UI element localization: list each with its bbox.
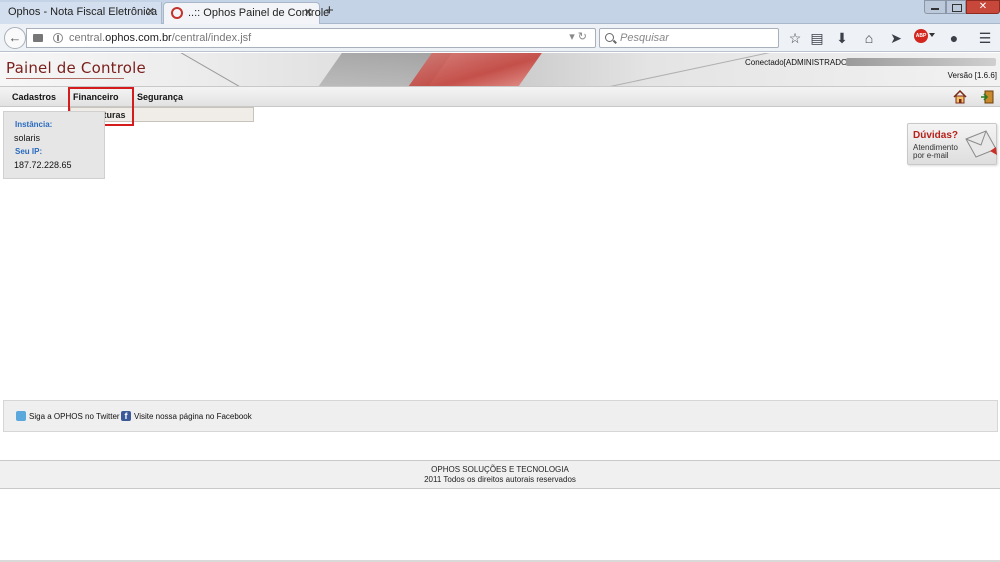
twitter-link[interactable]: Siga a OPHOS no Twitter [29,412,120,421]
new-tab-button[interactable]: + [325,2,334,19]
chat-icon[interactable]: ● [944,28,964,48]
redacted-user-mask [846,58,996,66]
maximize-window-button[interactable] [946,0,966,14]
browser-navigation-bar: ← central.ophos.com.br/central/index.jsf… [0,24,1000,52]
logout-icon[interactable] [980,90,994,104]
download-icon[interactable]: ⬇ [832,28,852,48]
tab-painel-controle[interactable]: ..:: Ophos Painel de Controle ✕ [163,2,329,24]
menu-cadastros[interactable]: Cadastros [12,92,56,102]
instance-label: Instância: [15,120,53,129]
footer-company: OPHOS SOLUÇÕES E TECNOLOGIA [431,465,569,474]
back-button[interactable]: ← [4,27,26,49]
session-info-panel: Instância: solaris Seu IP: 187.72.228.65 [3,111,105,179]
social-bar: Siga a OPHOS no Twitter f Visite nossa p… [3,400,998,432]
connected-user: Conectado[ADMINISTRADOR [745,58,854,67]
search-icon [605,33,614,42]
browser-tab-bar: Ophos - Nota Fiscal Eletrônica ✕ ..:: Op… [0,0,1000,24]
tab-nota-fiscal[interactable]: Ophos - Nota Fiscal Eletrônica ✕ [0,2,162,24]
ip-label: Seu IP: [15,147,43,156]
address-bar[interactable]: central.ophos.com.br/central/index.jsf ▾… [26,28,596,48]
url-dropdown-reload-icon[interactable]: ▾ ↻ [569,30,587,43]
instance-value: solaris [14,133,41,143]
page-header: Painel de Controle Conectado[ADMINISTRAD… [0,53,1000,87]
search-input[interactable]: Pesquisar [599,28,779,48]
ip-value: 187.72.228.65 [14,160,72,170]
footer-rights: 2011 Todos os direitos autorais reservad… [424,475,576,484]
facebook-link[interactable]: Visite nossa página no Facebook [134,412,252,421]
close-tab-icon[interactable]: ✕ [304,6,313,19]
home-browser-icon[interactable]: ⌂ [859,28,879,48]
send-icon[interactable]: ➤ [886,28,906,48]
close-tab-icon[interactable]: ✕ [146,5,155,18]
tab-label: Ophos - Nota Fiscal Eletrônica [8,6,158,18]
help-line2: por e-mail [913,151,949,160]
close-window-button[interactable]: ✕ [966,0,1000,14]
menu-hamburger-icon[interactable]: ☰ [975,28,995,48]
url-path: /central/index.jsf [171,32,252,44]
bookmark-star-icon[interactable]: ☆ [785,28,805,48]
url-prefix: central. [69,32,106,44]
mail-icon [965,130,997,158]
help-title: Dúvidas? [913,130,959,141]
main-menu-bar: Cadastros Financeiro Segurança [0,87,1000,107]
minimize-window-button[interactable] [924,0,946,14]
adblock-plus-icon[interactable]: ABP [914,29,928,43]
chevron-down-icon[interactable] [929,33,935,37]
menu-seguranca[interactable]: Segurança [137,92,183,102]
version-label: Versão [1.6.6] [947,71,997,80]
home-icon[interactable] [953,90,967,104]
reading-list-icon[interactable]: ▤ [807,28,827,48]
brand-title: Painel de Controle [6,59,146,79]
globe-icon [53,33,63,43]
facebook-icon[interactable]: f [121,411,131,421]
twitter-icon[interactable] [16,411,26,421]
url-domain: ophos.com.br [105,32,172,44]
help-email-box[interactable]: Dúvidas? Atendimento por e-mail [907,123,997,165]
search-placeholder: Pesquisar [620,32,669,44]
page-info-icon[interactable] [33,34,43,42]
page-footer: OPHOS SOLUÇÕES E TECNOLOGIA 2011 Todos o… [0,460,1000,489]
opera-favicon-icon [171,7,183,19]
